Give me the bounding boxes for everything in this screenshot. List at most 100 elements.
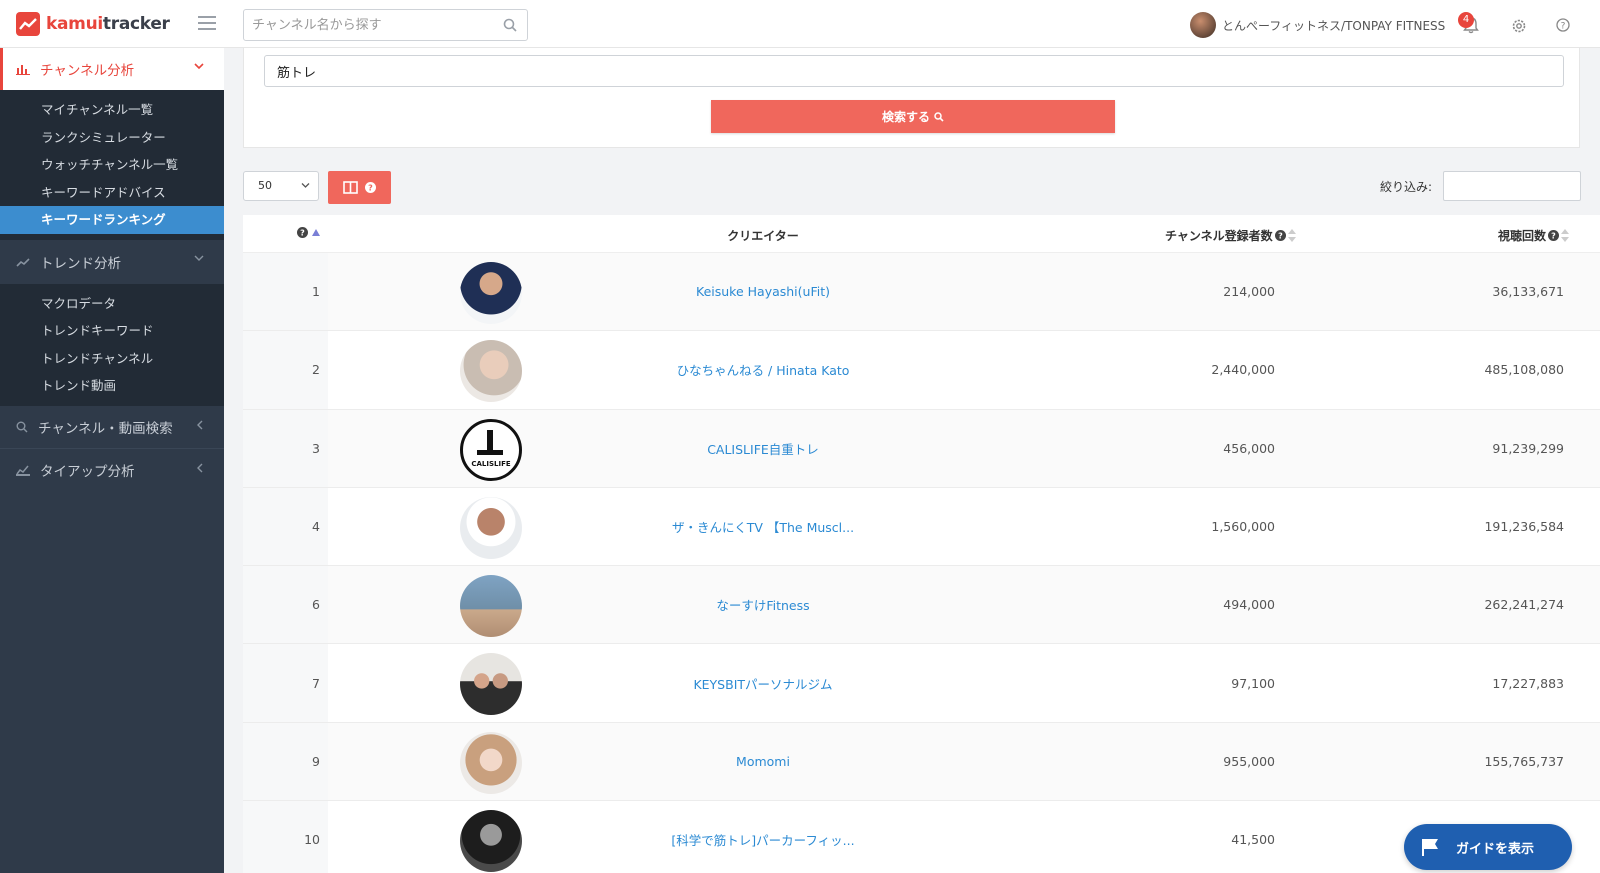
sort-icon bbox=[1287, 229, 1296, 242]
chevron-down-icon bbox=[194, 63, 204, 70]
search-button-label: 検索する bbox=[881, 110, 930, 124]
channel-avatar[interactable] bbox=[460, 810, 522, 873]
row-rank: 10 bbox=[243, 801, 328, 873]
top-bar: kamuitracker とんぺーフィットネス/TONPAY FITNESS 4… bbox=[0, 0, 1600, 48]
channel-search-box bbox=[243, 9, 528, 41]
bar-chart-icon bbox=[16, 65, 30, 75]
sidebar-item-macro-data[interactable]: マクロデータ bbox=[0, 290, 224, 318]
rank-column-header[interactable]: ? bbox=[297, 227, 320, 238]
show-guide-button[interactable]: ガイドを表示 bbox=[1404, 824, 1572, 870]
row-views: 91,239,299 bbox=[1492, 440, 1564, 456]
creator-column-header[interactable]: クリエイター bbox=[663, 227, 863, 244]
views-header-label: 視聴回数 bbox=[1498, 229, 1547, 243]
channel-name-link[interactable]: [科学で筋トレ]パーカーフィッ... bbox=[573, 801, 953, 873]
svg-text:?: ? bbox=[300, 229, 305, 238]
gear-icon[interactable] bbox=[1511, 18, 1527, 34]
row-rank: 3 bbox=[243, 409, 328, 487]
svg-text:?: ? bbox=[1551, 232, 1556, 241]
sidebar-section-label: チャンネル分析 bbox=[40, 63, 135, 79]
notification-badge: 4 bbox=[1458, 12, 1474, 28]
table-row[interactable]: 6 なーすけFitness 494,000 262,241,274 bbox=[243, 566, 1600, 645]
keyword-input[interactable] bbox=[264, 55, 1564, 87]
trend-analysis-submenu: マクロデータ トレンドキーワード トレンドチャンネル トレンド動画 bbox=[0, 283, 224, 406]
channel-avatar[interactable] bbox=[460, 575, 522, 638]
page-size-value: 50 bbox=[258, 179, 272, 192]
calislife-logo: CALISLIFE bbox=[471, 429, 511, 468]
channel-avatar[interactable] bbox=[460, 496, 522, 559]
sidebar-item-keyword-ranking[interactable]: キーワードランキング bbox=[0, 206, 224, 234]
row-views: 191,236,584 bbox=[1484, 519, 1564, 535]
row-subscribers: 41,500 bbox=[1231, 832, 1275, 848]
sidebar-item-rank-simulator[interactable]: ランクシミュレーター bbox=[0, 124, 224, 152]
sidebar-section-trend-analysis[interactable]: トレンド分析 bbox=[0, 240, 224, 284]
channel-avatar[interactable] bbox=[460, 731, 522, 794]
sidebar-section-channel-video-search[interactable]: チャンネル・動画検索 bbox=[0, 406, 224, 448]
table-row[interactable]: 4 ザ・きんにくTV 【The Muscl... 1,560,000 191,2… bbox=[243, 487, 1600, 567]
channel-name-link[interactable]: ひなちゃんねる / Hinata Kato bbox=[573, 331, 953, 408]
table-row[interactable]: 7 KEYSBITパーソナルジム 97,100 17,227,883 bbox=[243, 644, 1600, 723]
chevron-left-icon bbox=[197, 420, 203, 429]
user-name: とんぺーフィットネス/TONPAY FITNESS bbox=[1222, 18, 1446, 33]
help-icon[interactable]: ? bbox=[1556, 18, 1570, 32]
channel-name-link[interactable]: ザ・きんにくTV 【The Muscl... bbox=[573, 488, 953, 565]
channel-search-input[interactable] bbox=[244, 10, 484, 40]
row-views: 262,241,274 bbox=[1484, 597, 1564, 613]
channel-name-link[interactable]: なーすけFitness bbox=[573, 566, 953, 643]
row-subscribers: 2,440,000 bbox=[1211, 362, 1275, 378]
sidebar-section-channel-analysis[interactable]: チャンネル分析 bbox=[0, 48, 224, 90]
sort-asc-icon bbox=[312, 229, 320, 236]
channel-avatar[interactable] bbox=[460, 340, 522, 403]
logo-text: kamuitracker bbox=[46, 14, 170, 34]
menu-toggle-icon[interactable] bbox=[198, 16, 216, 30]
table-row[interactable]: 9 Momomi 955,000 155,765,737 bbox=[243, 722, 1600, 802]
keyword-search-panel: 検索する bbox=[243, 48, 1580, 148]
page-size-select[interactable]: 50 bbox=[243, 171, 319, 201]
sidebar-section-tieup-analysis[interactable]: タイアップ分析 bbox=[0, 449, 224, 491]
sort-icon bbox=[1561, 229, 1570, 242]
search-button[interactable]: 検索する bbox=[711, 100, 1115, 133]
app-logo[interactable]: kamuitracker bbox=[16, 12, 170, 36]
row-views: 36,133,671 bbox=[1492, 284, 1564, 300]
sidebar-item-trend-keywords[interactable]: トレンドキーワード bbox=[0, 317, 224, 345]
sidebar-item-watch-channels[interactable]: ウォッチチャンネル一覧 bbox=[0, 151, 224, 179]
help-icon: ? bbox=[1274, 230, 1286, 241]
channel-avatar[interactable] bbox=[460, 653, 522, 716]
row-rank: 1 bbox=[243, 253, 328, 331]
user-menu[interactable]: とんぺーフィットネス/TONPAY FITNESS bbox=[1190, 12, 1445, 38]
channel-name-link[interactable]: Momomi bbox=[573, 723, 953, 800]
table-row[interactable]: 1 Keisuke Hayashi(uFit) 214,000 36,133,6… bbox=[243, 253, 1600, 332]
logo-chart-icon bbox=[16, 12, 40, 36]
filter-input[interactable] bbox=[1443, 171, 1581, 201]
user-avatar bbox=[1190, 12, 1216, 38]
views-column-header[interactable]: 視聴回数 ? bbox=[1498, 227, 1570, 244]
column-toggle-button[interactable]: ? bbox=[328, 171, 391, 204]
row-subscribers: 97,100 bbox=[1231, 675, 1275, 691]
trend-line-icon bbox=[16, 257, 30, 267]
columns-icon bbox=[343, 181, 358, 194]
sidebar-item-my-channels[interactable]: マイチャンネル一覧 bbox=[0, 96, 224, 124]
search-icon[interactable] bbox=[503, 18, 517, 32]
table-row[interactable]: 3 CALISLIFE CALISLIFE自重トレ 456,000 91,239… bbox=[243, 409, 1600, 488]
chevron-down-icon bbox=[194, 255, 204, 261]
table-header: ? クリエイター チャンネル登録者数 ? 視聴回数 ? bbox=[243, 215, 1600, 253]
subscribers-header-label: チャンネル登録者数 bbox=[1165, 229, 1273, 243]
guide-button-label: ガイドを表示 bbox=[1456, 841, 1535, 857]
row-views: 155,765,737 bbox=[1484, 753, 1564, 769]
sidebar-item-trend-videos[interactable]: トレンド動画 bbox=[0, 372, 224, 400]
sidebar-section-label: トレンド分析 bbox=[40, 255, 121, 272]
help-icon: ? bbox=[1548, 230, 1560, 241]
ranking-table: ? クリエイター チャンネル登録者数 ? 視聴回数 ? 1 Keisuke Ha… bbox=[243, 215, 1600, 873]
sidebar-section-label: タイアップ分析 bbox=[40, 463, 135, 480]
channel-avatar[interactable]: CALISLIFE bbox=[460, 418, 522, 481]
row-subscribers: 214,000 bbox=[1223, 284, 1275, 300]
channel-name-link[interactable]: Keisuke Hayashi(uFit) bbox=[573, 253, 953, 330]
sidebar-item-trend-channels[interactable]: トレンドチャンネル bbox=[0, 345, 224, 373]
table-row[interactable]: 10 [科学で筋トレ]パーカーフィッ... 41,500 bbox=[243, 801, 1600, 873]
channel-name-link[interactable]: KEYSBITパーソナルジム bbox=[573, 644, 953, 721]
subscribers-column-header[interactable]: チャンネル登録者数 ? bbox=[1165, 227, 1296, 244]
table-row[interactable]: 2 ひなちゃんねる / Hinata Kato 2,440,000 485,10… bbox=[243, 331, 1600, 410]
channel-name-link[interactable]: CALISLIFE自重トレ bbox=[573, 410, 953, 487]
channel-avatar[interactable] bbox=[460, 262, 522, 324]
svg-text:CALISLIFE: CALISLIFE bbox=[471, 460, 511, 468]
sidebar-item-keyword-advice[interactable]: キーワードアドバイス bbox=[0, 179, 224, 207]
